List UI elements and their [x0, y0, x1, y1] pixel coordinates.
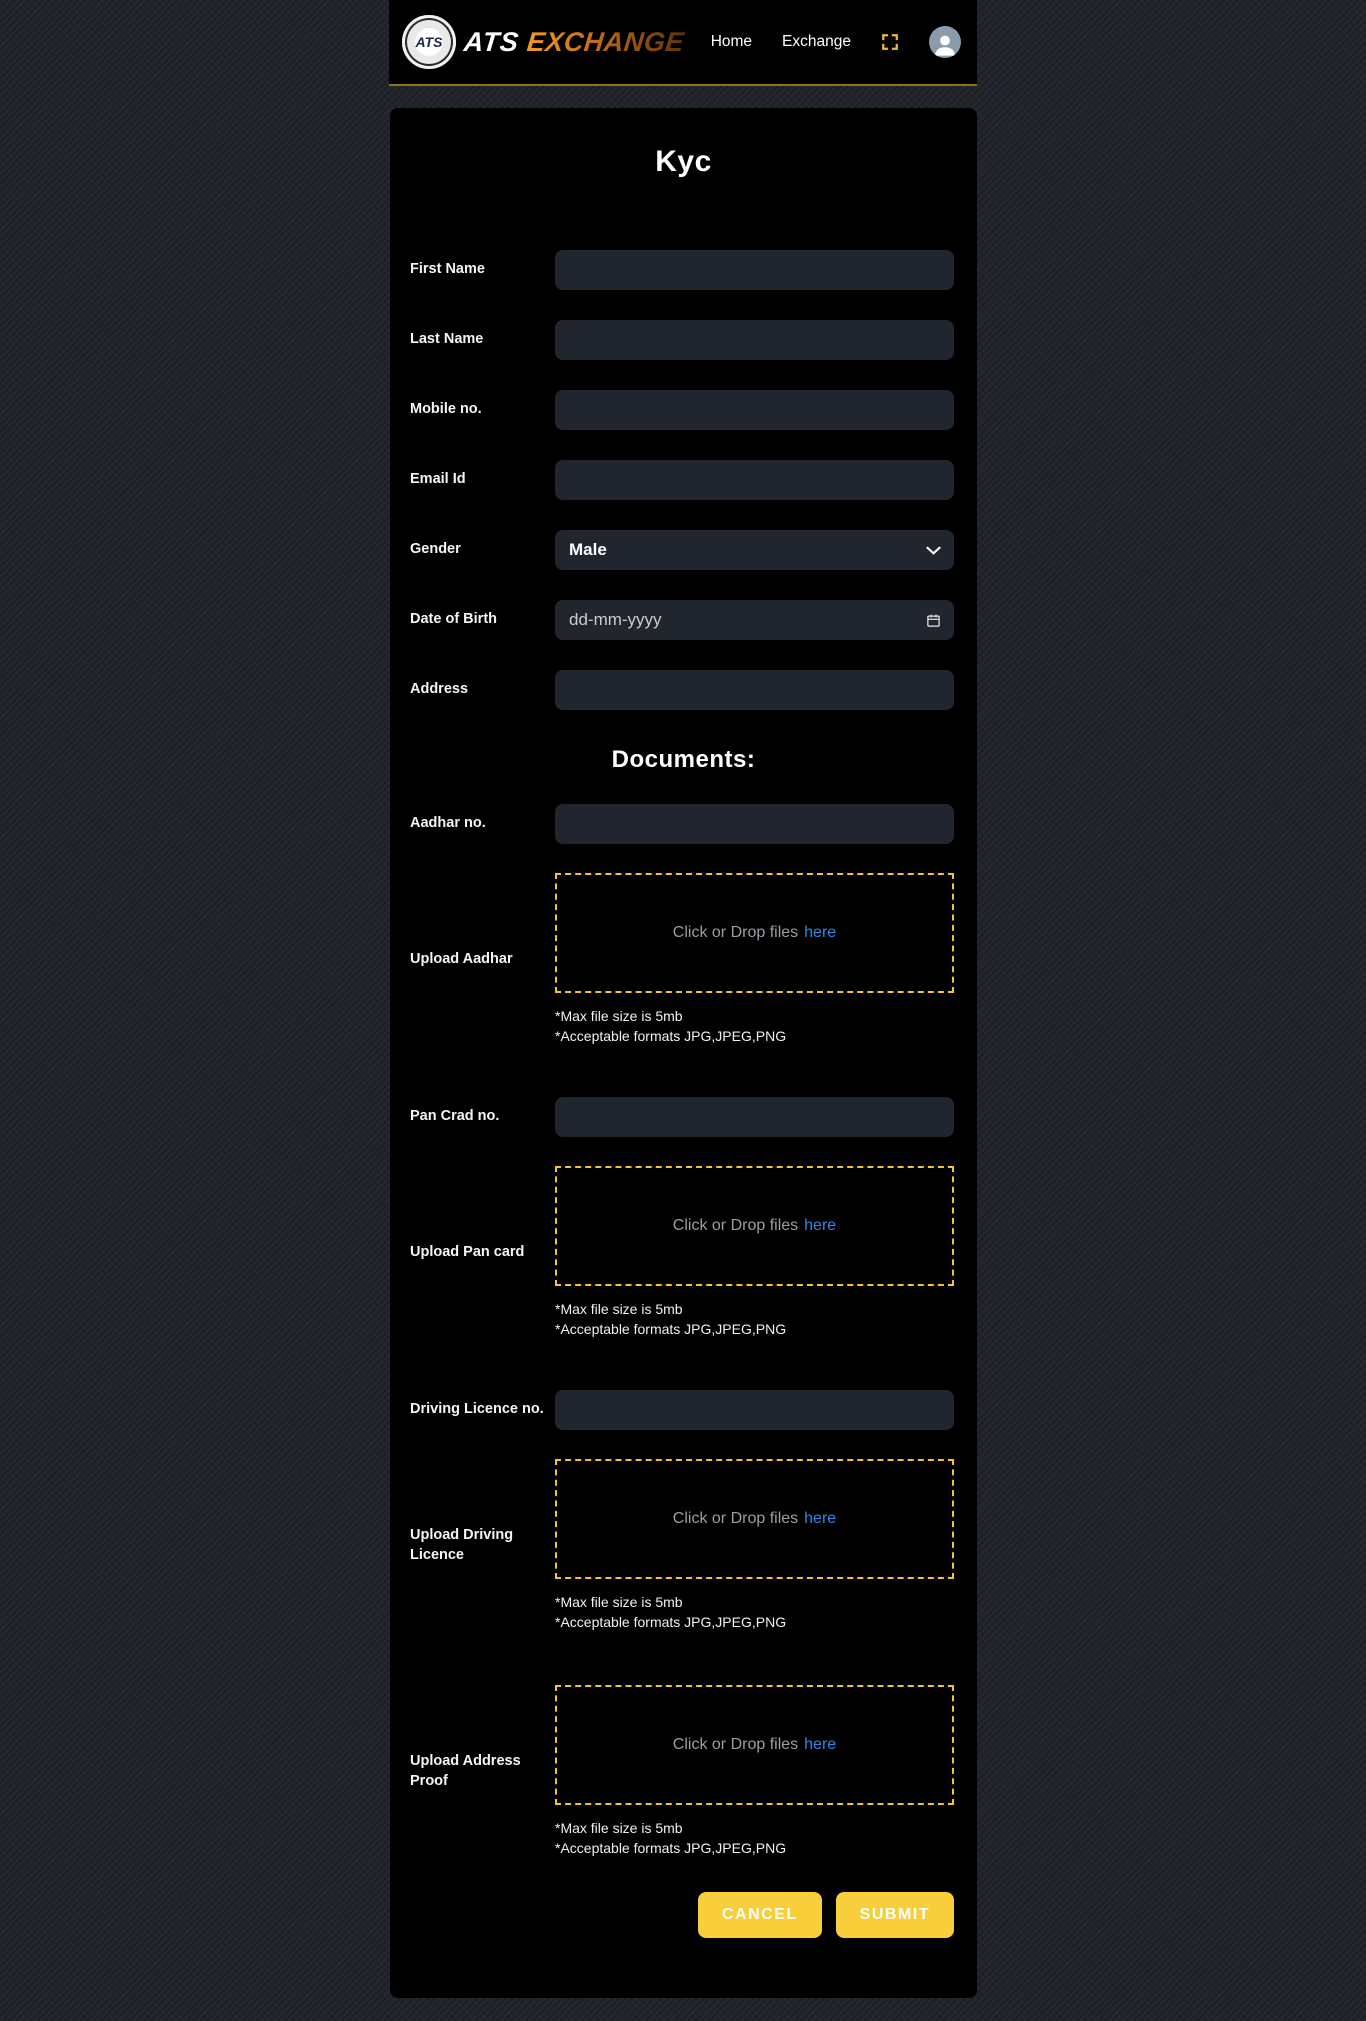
form-row-mobile: Mobile no. [390, 390, 977, 430]
upload-aadhar-label: Upload Aadhar [410, 950, 555, 970]
chevron-down-icon [926, 546, 941, 555]
form-row-gender: Gender Male [390, 530, 977, 570]
max-size-note: *Max file size is 5mb [555, 1818, 954, 1838]
email-label: Email Id [410, 470, 555, 490]
form-row-aadhar-number: Aadhar no. [390, 804, 977, 844]
first-name-input[interactable] [555, 250, 954, 290]
kyc-form: First Name Last Name Mobile no. Email Id… [390, 250, 977, 1938]
dob-date-input[interactable]: dd-mm-yyyy [555, 600, 954, 640]
form-row-dob: Date of Birth dd-mm-yyyy [390, 600, 977, 640]
mobile-input[interactable] [555, 390, 954, 430]
dropzone-text: Click or Drop files [673, 1736, 798, 1754]
calendar-icon[interactable] [926, 613, 941, 628]
dropzone-text: Click or Drop files [673, 924, 798, 942]
last-name-label: Last Name [410, 330, 555, 350]
cancel-button[interactable]: CANCEL [698, 1892, 822, 1938]
fullscreen-icon[interactable] [881, 33, 899, 51]
page-title: Kyc [390, 142, 977, 182]
formats-note: *Acceptable formats JPG,JPEG,PNG [555, 1838, 954, 1858]
dob-label: Date of Birth [410, 610, 555, 630]
documents-heading: Documents: [390, 742, 977, 778]
max-size-note: *Max file size is 5mb [555, 1006, 954, 1026]
email-input[interactable] [555, 460, 954, 500]
top-navbar: ATS ATS EXCHANGE Home Exchange [389, 0, 977, 86]
brand-badge-icon: ATS [402, 15, 456, 69]
form-row-upload-licence: Upload Driving Licence Click or Drop fil… [390, 1459, 977, 1632]
form-row-licence-number: Driving Licence no. [390, 1390, 977, 1430]
profile-avatar-icon[interactable] [929, 26, 961, 58]
mobile-label: Mobile no. [410, 400, 555, 420]
form-row-first-name: First Name [390, 250, 977, 290]
page: ATS ATS EXCHANGE Home Exchange Kyc [0, 0, 1366, 2021]
dropzone-here-link[interactable]: here [804, 924, 836, 942]
gender-select[interactable]: Male [555, 530, 954, 570]
formats-note: *Acceptable formats JPG,JPEG,PNG [555, 1026, 954, 1046]
form-row-email: Email Id [390, 460, 977, 500]
gender-select-value: Male [569, 540, 607, 560]
nav-item-exchange[interactable]: Exchange [782, 33, 851, 51]
brand-logo[interactable]: ATS ATS EXCHANGE [402, 15, 684, 69]
dropzone-text: Click or Drop files [673, 1510, 798, 1528]
licence-number-label: Driving Licence no. [410, 1400, 555, 1420]
brand-name-primary: ATS [462, 27, 520, 58]
form-row-address: Address [390, 670, 977, 710]
first-name-label: First Name [410, 260, 555, 280]
aadhar-number-label: Aadhar no. [410, 814, 555, 834]
dropzone-here-link[interactable]: here [804, 1510, 836, 1528]
form-row-upload-aadhar: Upload Aadhar Click or Drop files here *… [390, 873, 977, 1046]
max-size-note: *Max file size is 5mb [555, 1592, 954, 1612]
kyc-card: Kyc First Name Last Name Mobile no. Emai… [390, 108, 977, 1998]
dropzone-text: Click or Drop files [673, 1217, 798, 1235]
address-label: Address [410, 680, 555, 700]
address-proof-upload-dropzone[interactable]: Click or Drop files here [555, 1685, 954, 1805]
upload-licence-label: Upload Driving Licence [410, 1526, 555, 1565]
dropzone-here-link[interactable]: here [804, 1736, 836, 1754]
dob-placeholder: dd-mm-yyyy [569, 610, 662, 630]
pan-number-label: Pan Crad no. [410, 1107, 555, 1127]
nav-item-home[interactable]: Home [711, 33, 752, 51]
brand-name-secondary: EXCHANGE [525, 27, 685, 58]
licence-upload-dropzone[interactable]: Click or Drop files here [555, 1459, 954, 1579]
upload-pan-label: Upload Pan card [410, 1243, 555, 1263]
pan-upload-dropzone[interactable]: Click or Drop files here [555, 1166, 954, 1286]
gender-label: Gender [410, 540, 555, 560]
form-row-upload-pan: Upload Pan card Click or Drop files here… [390, 1166, 977, 1339]
pan-number-input[interactable] [555, 1097, 954, 1137]
aadhar-upload-dropzone[interactable]: Click or Drop files here [555, 873, 954, 993]
max-size-note: *Max file size is 5mb [555, 1299, 954, 1319]
aadhar-number-input[interactable] [555, 804, 954, 844]
form-row-upload-address-proof: Upload Address Proof Click or Drop files… [390, 1685, 977, 1858]
form-row-last-name: Last Name [390, 320, 977, 360]
last-name-input[interactable] [555, 320, 954, 360]
form-row-pan-number: Pan Crad no. [390, 1097, 977, 1137]
upload-address-proof-label: Upload Address Proof [410, 1752, 555, 1791]
address-input[interactable] [555, 670, 954, 710]
formats-note: *Acceptable formats JPG,JPEG,PNG [555, 1612, 954, 1632]
form-actions: CANCEL SUBMIT [390, 1892, 977, 1938]
brand-badge-text: ATS [416, 34, 443, 50]
nav-links: Home Exchange [711, 26, 961, 58]
licence-number-input[interactable] [555, 1390, 954, 1430]
formats-note: *Acceptable formats JPG,JPEG,PNG [555, 1319, 954, 1339]
submit-button[interactable]: SUBMIT [836, 1892, 954, 1938]
dropzone-here-link[interactable]: here [804, 1217, 836, 1235]
